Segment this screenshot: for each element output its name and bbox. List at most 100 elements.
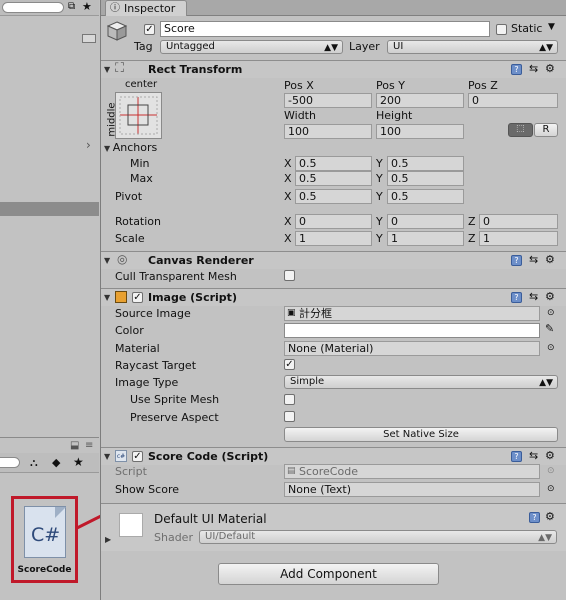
rotation-z-field[interactable]: 0 [479, 214, 558, 229]
add-component-button[interactable]: Add Component [218, 563, 439, 585]
tag-dropdown[interactable]: Untagged ▲▼ [160, 40, 343, 54]
static-dropdown-icon[interactable]: ▼ [548, 22, 555, 32]
pos-z-field[interactable]: 0 [468, 93, 558, 108]
object-picker-icon[interactable]: ⊙ [547, 343, 555, 353]
selected-folder-row[interactable] [0, 202, 99, 216]
filter-icon[interactable]: ⧉ [68, 1, 75, 12]
score-code-header[interactable]: ▼ c# ✓ Score Code (Script) ? ⇆ ⚙ [101, 447, 566, 465]
canvas-renderer-icon: ◎ [117, 252, 128, 266]
help-icon[interactable]: ? [511, 64, 522, 75]
preserve-aspect-checkbox[interactable] [284, 411, 295, 422]
rot-x-axis: X [284, 215, 292, 228]
rect-transform-header[interactable]: ▼ ⛶ Rect Transform ? ⇆ ⚙ [101, 60, 566, 78]
source-image-field[interactable]: ▣ 計分框 [284, 306, 540, 321]
pos-x-field[interactable]: -500 [284, 93, 372, 108]
script-value: ScoreCode [299, 465, 358, 478]
preset-icon[interactable]: ⇆ [529, 450, 538, 461]
help-icon[interactable]: ? [511, 292, 522, 303]
collapse-icon[interactable]: ▼ [104, 256, 110, 265]
set-native-size-button[interactable]: Set Native Size [284, 427, 558, 442]
asset-name: ScoreCode [17, 565, 72, 575]
eyedropper-icon[interactable]: ✎ [545, 322, 554, 335]
pos-y-field[interactable]: 200 [376, 93, 464, 108]
gear-icon[interactable]: ⚙ [545, 291, 555, 302]
image-type-dropdown[interactable]: Simple ▲▼ [284, 375, 558, 389]
scale-y-field[interactable]: 1 [387, 231, 464, 246]
scale-y-axis: Y [376, 232, 383, 245]
gear-icon[interactable]: ⚙ [545, 511, 555, 522]
show-score-field[interactable]: None (Text) [284, 482, 540, 497]
min-y-field[interactable]: 0.5 [387, 156, 464, 171]
type-filter-icon[interactable]: ⛬ [30, 456, 38, 470]
rotation-x-field[interactable]: 0 [295, 214, 372, 229]
raycast-checkbox[interactable]: ✓ [284, 359, 295, 370]
raw-edit-button[interactable]: R [534, 123, 558, 137]
anchor-preset-button[interactable] [115, 92, 162, 139]
anchors-label: Anchors [112, 141, 158, 154]
panel-menu-icon[interactable] [82, 34, 96, 43]
pivot-x-field[interactable]: 0.5 [295, 189, 372, 204]
project-toolbar: ⧉ ★ [0, 0, 99, 16]
min-label: Min [130, 157, 150, 170]
static-checkbox[interactable] [496, 24, 507, 35]
object-picker-icon[interactable]: ⊙ [547, 308, 555, 318]
chevron-right-icon[interactable]: › [86, 138, 91, 152]
scale-x-field[interactable]: 1 [295, 231, 372, 246]
asset-highlight-box[interactable]: C# ScoreCode [11, 496, 78, 583]
object-name-input[interactable]: Score [160, 21, 490, 37]
lock-icon[interactable]: ⬓ [70, 440, 79, 451]
anchors-row[interactable]: ▼ Anchors [104, 141, 157, 156]
asset-search-input[interactable] [0, 457, 20, 468]
tab-inspector[interactable]: ⓘ Inspector [105, 0, 187, 16]
help-icon[interactable]: ? [529, 512, 540, 523]
max-x-field[interactable]: 0.5 [295, 171, 372, 186]
material-field[interactable]: None (Material) [284, 341, 540, 356]
preset-icon[interactable]: ⇆ [529, 63, 538, 74]
rot-y-axis: Y [376, 215, 383, 228]
preset-icon[interactable]: ⇆ [529, 254, 538, 265]
cull-checkbox[interactable] [284, 270, 295, 281]
source-image-label: Source Image [115, 307, 191, 320]
help-icon[interactable]: ? [511, 451, 522, 462]
image-enabled-checkbox[interactable]: ✓ [132, 292, 143, 303]
cull-label: Cull Transparent Mesh [115, 270, 237, 283]
rotation-y-field[interactable]: 0 [387, 214, 464, 229]
help-icon[interactable]: ? [511, 255, 522, 266]
min-y-axis: Y [376, 157, 383, 170]
object-picker-icon[interactable]: ⊙ [547, 484, 555, 494]
image-header[interactable]: ▼ ✓ Image (Script) ? ⇆ ⚙ [101, 288, 566, 306]
image-component-icon [115, 291, 127, 303]
color-swatch[interactable] [284, 323, 540, 338]
score-code-enabled-checkbox[interactable]: ✓ [132, 451, 143, 462]
sprite-mesh-label: Use Sprite Mesh [130, 393, 220, 406]
tab-inspector-label: Inspector [124, 2, 176, 15]
pivot-y-field[interactable]: 0.5 [387, 189, 464, 204]
max-y-field[interactable]: 0.5 [387, 171, 464, 186]
blueprint-mode-button[interactable]: ⬚ [508, 123, 533, 137]
active-checkbox[interactable]: ✓ [144, 24, 155, 35]
layer-dropdown[interactable]: UI ▲▼ [387, 40, 558, 54]
expand-icon[interactable]: ▶ [105, 535, 111, 544]
canvas-renderer-header[interactable]: ▼ ◎ Canvas Renderer ? ⇆ ⚙ [101, 251, 566, 269]
gear-icon[interactable]: ⚙ [545, 63, 555, 74]
favorite-icon[interactable]: ★ [73, 455, 84, 469]
layer-label: Layer [349, 40, 380, 53]
score-code-title: Score Code (Script) [148, 450, 269, 463]
height-field[interactable]: 100 [376, 124, 464, 139]
gear-icon[interactable]: ⚙ [545, 450, 555, 461]
min-x-field[interactable]: 0.5 [295, 156, 372, 171]
sprite-mesh-checkbox[interactable] [284, 394, 295, 405]
star-icon[interactable]: ★ [82, 0, 92, 13]
scale-z-field[interactable]: 1 [479, 231, 558, 246]
label-filter-icon[interactable]: ◆ [52, 456, 60, 469]
menu-icon[interactable]: ≡ [85, 440, 93, 451]
width-field[interactable]: 100 [284, 124, 372, 139]
collapse-icon[interactable]: ▼ [104, 452, 110, 461]
collapse-icon[interactable]: ▼ [104, 293, 110, 302]
collapse-icon[interactable]: ▼ [104, 65, 110, 74]
preset-icon[interactable]: ⇆ [529, 291, 538, 302]
script-field: ▤ ScoreCode [284, 464, 540, 479]
material-label: Material [115, 342, 160, 355]
gear-icon[interactable]: ⚙ [545, 254, 555, 265]
project-search-input[interactable] [2, 2, 64, 13]
